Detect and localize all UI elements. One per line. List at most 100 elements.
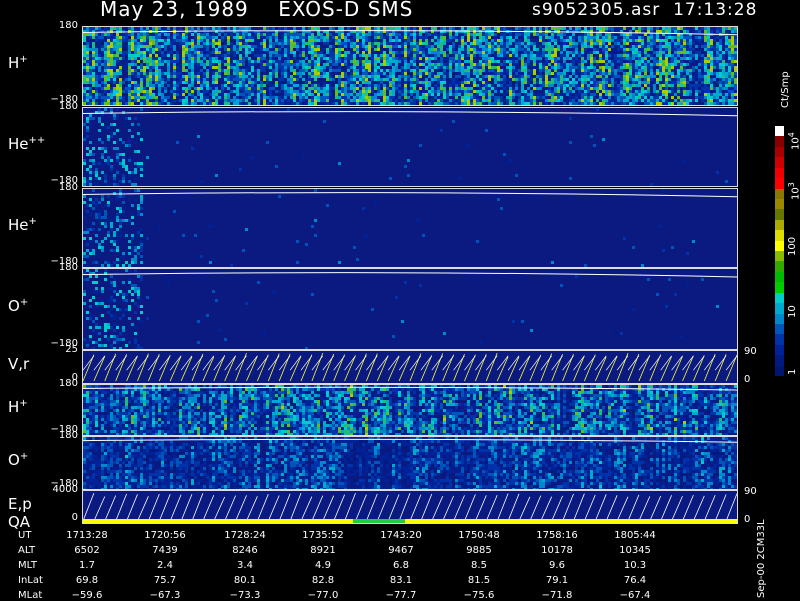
file-time-label: s9052305.asr 17:13:28	[532, 0, 757, 20]
colorbar-segment	[775, 345, 784, 356]
panel-label-6: O+	[8, 451, 28, 469]
panel-background	[83, 189, 737, 267]
colorbar-segment	[775, 189, 784, 200]
ephemeris-cell: 1758:16	[528, 530, 586, 541]
ephemeris-cell: −67.4	[606, 590, 664, 601]
panel-4	[82, 350, 738, 384]
ephemeris-cell: 1713:28	[58, 530, 116, 541]
colorbar-segment	[775, 251, 784, 262]
colorbar-segment	[775, 334, 784, 345]
ephemeris-cell: 1728:24	[216, 530, 274, 541]
instrument-label: EXOS-D SMS	[278, 0, 413, 21]
colorbar-tick: 103	[787, 182, 800, 200]
ephemeris-cell: 1750:48	[450, 530, 508, 541]
colorbar-segment	[775, 355, 784, 366]
panel-6	[82, 436, 738, 490]
ephemeris-cell: 9885	[450, 545, 508, 556]
colorbar-segment	[775, 230, 784, 241]
colorbar-segment	[775, 157, 784, 168]
colorbar-tick-base: 10	[790, 137, 800, 150]
ephemeris-cell: 2.4	[136, 560, 194, 571]
ephemeris-cell: 79.1	[528, 575, 586, 586]
qa-bar-flag	[353, 519, 405, 523]
right-tick-max: 90	[744, 486, 757, 497]
y-tick-max: 180	[36, 262, 78, 273]
colorbar-segment	[775, 199, 784, 210]
qa-bar	[83, 519, 737, 523]
colorbar-tick-base: 100	[787, 237, 798, 256]
panel-plot	[83, 491, 737, 523]
colorbar-tick-exponent: 4	[787, 132, 796, 137]
panel-plot	[83, 108, 737, 186]
panel-label-text: V,r	[8, 355, 29, 373]
colorbar-tick-exponent: 3	[787, 182, 796, 187]
panel-3	[82, 268, 738, 350]
ephemeris-row-label: MLT	[18, 560, 37, 571]
colorbar-segment	[775, 241, 784, 252]
ephemeris-cell: 1720:56	[136, 530, 194, 541]
panel-label-text: O	[8, 451, 20, 469]
ephemeris-cell: 8921	[294, 545, 352, 556]
y-tick-max: 180	[36, 101, 78, 112]
timestamp: 17:13:28	[673, 0, 757, 20]
ephemeris-cell: 75.7	[136, 575, 194, 586]
panel-plot	[83, 437, 737, 489]
panel-label-text: E,p	[8, 495, 32, 513]
panel-2	[82, 188, 738, 268]
colorbar-segment	[775, 209, 784, 220]
ephemeris-cell: 10.3	[606, 560, 664, 571]
ephemeris-cell: 81.5	[450, 575, 508, 586]
ephemeris-row-label: MLat	[18, 590, 42, 601]
y-tick-max: 25	[36, 344, 78, 355]
ephemeris-cell: 10178	[528, 545, 586, 556]
plot-title: May 23, 1989 EXOS-D SMS	[100, 0, 413, 21]
panel-plot	[83, 351, 737, 383]
right-tick-min: 0	[744, 514, 750, 525]
colorbar-segment	[775, 324, 784, 335]
panel-plot	[83, 269, 737, 349]
file-name: s9052305.asr	[532, 0, 660, 20]
colorbar-tick-base: 10	[787, 305, 798, 318]
footer-stamp: Sep-00 2CM33L	[756, 519, 767, 598]
panel-plot	[83, 189, 737, 267]
colorbar-segment	[775, 126, 784, 137]
ephemeris-row-label: ALT	[18, 545, 35, 556]
spectrogram-cells	[83, 27, 737, 105]
panel-label-2: He+	[8, 216, 37, 234]
panel-label-text: H	[8, 54, 19, 72]
panel-plot	[83, 27, 737, 105]
colorbar-segment	[775, 293, 784, 304]
y-tick-max: 180	[36, 378, 78, 389]
ephemeris-cell: 83.1	[372, 575, 430, 586]
panel-label-text: He	[8, 135, 29, 153]
colorbar-segment	[775, 303, 784, 314]
panel-label-sup: +	[20, 451, 28, 462]
ephemeris-cell: −73.3	[216, 590, 274, 601]
ephemeris-cell: 10345	[606, 545, 664, 556]
ephemeris-cell: 1743:20	[372, 530, 430, 541]
colorbar-segment	[775, 366, 784, 377]
panel-background	[83, 269, 737, 349]
panel-label-5: H+	[8, 398, 28, 416]
ephemeris-cell: 1735:52	[294, 530, 352, 541]
colorbar-segment	[775, 220, 784, 231]
panel-label-sup: ++	[29, 135, 46, 146]
ephemeris-cell: 80.1	[216, 575, 274, 586]
colorbar-tick-base: 10	[790, 187, 800, 200]
colorbar-segment	[775, 168, 784, 179]
y-tick-min: 0	[36, 512, 78, 523]
y-tick-max: 4000	[36, 484, 78, 495]
y-tick-max: 180	[36, 20, 78, 31]
panel-5	[82, 384, 738, 436]
ephemeris-cell: 82.8	[294, 575, 352, 586]
ephemeris-cell: 3.4	[216, 560, 274, 571]
ephemeris-cell: −59.6	[58, 590, 116, 601]
ephemeris-cell: 8.5	[450, 560, 508, 571]
ephemeris-cell: 76.4	[606, 575, 664, 586]
panel-label-text: H	[8, 398, 19, 416]
panel-label-0: H+	[8, 54, 28, 72]
panel-7	[82, 490, 738, 524]
colorbar-tick: 10	[787, 305, 798, 318]
colorbar-tick-base: 1	[787, 369, 798, 375]
ephemeris-cell: 1.7	[58, 560, 116, 571]
